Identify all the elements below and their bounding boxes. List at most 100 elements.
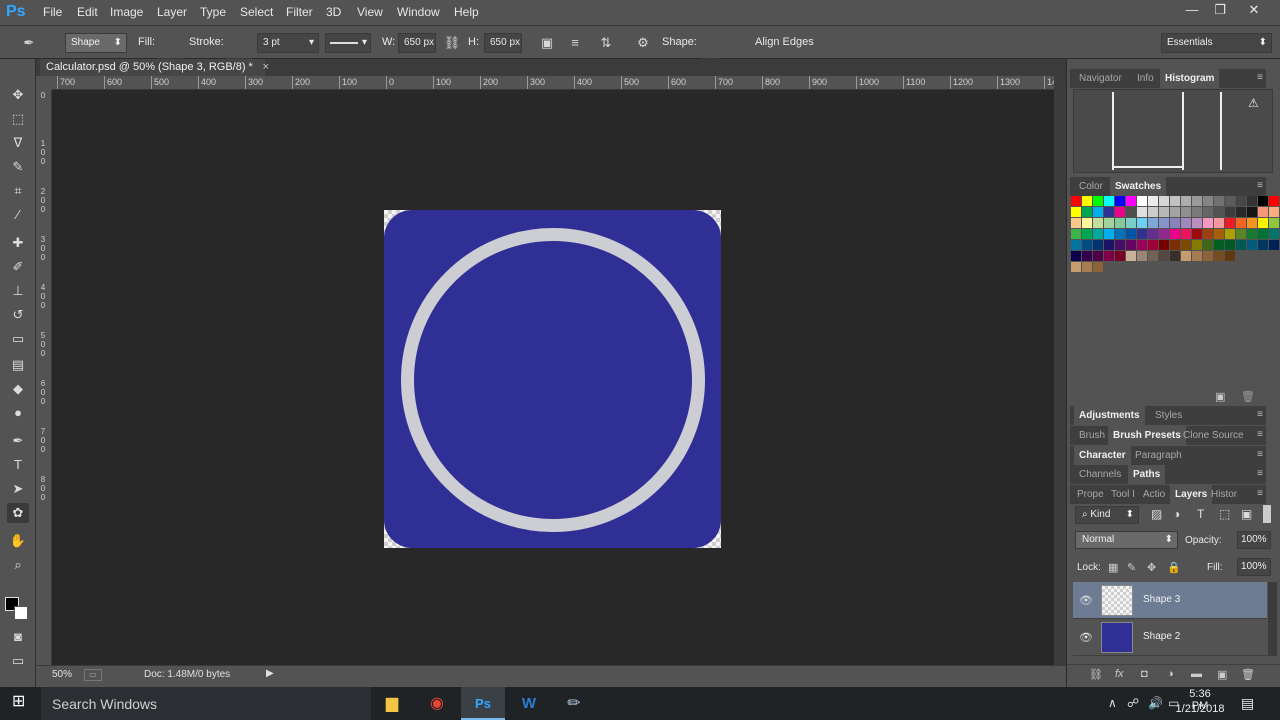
color-swatch[interactable] bbox=[1247, 240, 1257, 250]
color-swatch[interactable] bbox=[1159, 218, 1169, 228]
tab-paths[interactable]: Paths bbox=[1128, 465, 1166, 484]
color-swatch[interactable] bbox=[1159, 196, 1169, 206]
filter-toggle[interactable] bbox=[1263, 505, 1271, 523]
tab-properties[interactable]: Prope bbox=[1072, 485, 1109, 504]
blend-mode-dropdown[interactable]: Normal ⬍ bbox=[1075, 531, 1178, 549]
ruler-origin[interactable] bbox=[36, 76, 52, 90]
color-swatch[interactable] bbox=[1247, 229, 1257, 239]
color-swatch[interactable] bbox=[1082, 218, 1092, 228]
color-swatch[interactable] bbox=[1236, 207, 1246, 217]
eraser-tool-icon[interactable]: ▭ bbox=[7, 329, 29, 349]
status-menu-arrow-icon[interactable]: ▶ bbox=[266, 668, 274, 679]
blur-tool-icon[interactable]: ◆ bbox=[7, 379, 29, 399]
restore-button[interactable]: ❐ bbox=[1210, 2, 1230, 18]
color-swatch[interactable] bbox=[1104, 196, 1114, 206]
menu-edit[interactable]: Edit bbox=[77, 5, 98, 19]
document-tab[interactable]: Calculator.psd @ 50% (Shape 3, RGB/8) * … bbox=[40, 59, 269, 76]
quick-mask-icon[interactable]: ◙ bbox=[7, 627, 29, 647]
delete-layer-icon[interactable]: 🗑 bbox=[1241, 668, 1255, 681]
tab-clone-source[interactable]: Clone Source bbox=[1178, 426, 1249, 445]
color-swatch[interactable] bbox=[1148, 229, 1158, 239]
tab-channels[interactable]: Channels bbox=[1074, 465, 1126, 484]
color-swatch[interactable] bbox=[1159, 240, 1169, 250]
layer-style-icon[interactable]: fx bbox=[1115, 668, 1124, 680]
lock-transparent-icon[interactable]: ▦ bbox=[1108, 561, 1118, 574]
color-swatch[interactable] bbox=[1203, 196, 1213, 206]
lock-image-icon[interactable]: ✎ bbox=[1127, 561, 1136, 574]
layer-filter-dropdown[interactable]: ⌕ Kind ⬍ bbox=[1075, 506, 1139, 524]
eyedropper-tool-icon[interactable]: ⁄ bbox=[7, 205, 29, 225]
color-swatch[interactable] bbox=[1258, 218, 1268, 228]
delete-swatch-icon[interactable]: 🗑 bbox=[1241, 390, 1255, 403]
tab-color[interactable]: Color bbox=[1074, 177, 1108, 196]
color-swatch[interactable] bbox=[1181, 207, 1191, 217]
color-swatch[interactable] bbox=[1104, 207, 1114, 217]
color-swatch[interactable] bbox=[1082, 240, 1092, 250]
color-swatch[interactable] bbox=[1071, 251, 1081, 261]
filter-adjustment-icon[interactable]: ◑ bbox=[1173, 507, 1180, 521]
swatches-grid[interactable] bbox=[1071, 196, 1279, 296]
color-swatch[interactable] bbox=[1126, 207, 1136, 217]
filter-shape-icon[interactable]: ⬚ bbox=[1219, 507, 1230, 521]
color-swatch[interactable] bbox=[1148, 207, 1158, 217]
menu-layer[interactable]: Layer bbox=[157, 5, 187, 19]
color-swatch[interactable] bbox=[1181, 218, 1191, 228]
color-swatch[interactable] bbox=[1115, 196, 1125, 206]
custom-shape-tool-icon[interactable]: ✿ bbox=[7, 503, 29, 523]
menu-select[interactable]: Select bbox=[240, 5, 273, 19]
color-swatch[interactable] bbox=[1093, 262, 1103, 272]
color-swatch[interactable] bbox=[1071, 196, 1081, 206]
panel-menu-icon[interactable]: ≡ bbox=[1257, 72, 1263, 83]
tab-navigator[interactable]: Navigator bbox=[1074, 69, 1127, 88]
color-swatch[interactable] bbox=[1126, 229, 1136, 239]
path-alignment-icon[interactable]: ≡ bbox=[566, 34, 584, 52]
color-swatch[interactable] bbox=[1082, 196, 1092, 206]
tab-tool-presets[interactable]: Tool I bbox=[1106, 485, 1140, 504]
color-swatch[interactable] bbox=[1192, 240, 1202, 250]
color-swatch[interactable] bbox=[1225, 218, 1235, 228]
color-swatch[interactable] bbox=[1082, 229, 1092, 239]
color-swatch[interactable] bbox=[1269, 218, 1279, 228]
color-swatch[interactable] bbox=[1137, 251, 1147, 261]
color-swatch[interactable] bbox=[1170, 207, 1180, 217]
color-swatch[interactable] bbox=[1203, 240, 1213, 250]
volume-icon[interactable]: 🔊 bbox=[1148, 696, 1163, 710]
panel-menu-icon[interactable]: ≡ bbox=[1257, 409, 1263, 420]
stroke-width-field[interactable]: 3 pt ▾ bbox=[257, 33, 319, 53]
color-swatch[interactable] bbox=[1115, 251, 1125, 261]
color-swatch[interactable] bbox=[1269, 207, 1279, 217]
healing-brush-tool-icon[interactable]: ✚ bbox=[7, 233, 29, 253]
color-swatch[interactable] bbox=[1093, 229, 1103, 239]
tab-styles[interactable]: Styles bbox=[1150, 406, 1187, 425]
color-swatch[interactable] bbox=[1269, 240, 1279, 250]
color-swatch[interactable] bbox=[1247, 207, 1257, 217]
filter-smart-object-icon[interactable]: ▣ bbox=[1241, 507, 1252, 521]
path-arrangement-icon[interactable]: ⇅ bbox=[597, 34, 615, 52]
tab-brush[interactable]: Brush bbox=[1074, 426, 1110, 445]
tab-info[interactable]: Info bbox=[1132, 69, 1159, 88]
color-swatch[interactable] bbox=[1137, 229, 1147, 239]
layer-row[interactable]: 👁 Shape 3 bbox=[1073, 582, 1267, 619]
crop-tool-icon[interactable]: ⌗ bbox=[7, 181, 29, 201]
menu-file[interactable]: File bbox=[43, 5, 62, 19]
color-swatch[interactable] bbox=[1126, 240, 1136, 250]
color-swatch[interactable] bbox=[1258, 196, 1268, 206]
eye-icon[interactable]: 👁 bbox=[1079, 594, 1093, 607]
color-swatch[interactable] bbox=[1181, 196, 1191, 206]
windows-start-icon[interactable]: ⊞ bbox=[12, 694, 25, 710]
color-swatch[interactable] bbox=[1181, 229, 1191, 239]
color-swatch[interactable] bbox=[1247, 218, 1257, 228]
menu-filter[interactable]: Filter bbox=[286, 5, 313, 19]
color-swatch[interactable] bbox=[1225, 240, 1235, 250]
color-swatch[interactable] bbox=[1071, 262, 1081, 272]
tab-actions[interactable]: Actio bbox=[1138, 485, 1170, 504]
document-tab-close-icon[interactable]: × bbox=[263, 59, 269, 76]
color-swatch[interactable] bbox=[1082, 251, 1092, 261]
color-swatch[interactable] bbox=[1093, 251, 1103, 261]
color-swatch[interactable] bbox=[1214, 196, 1224, 206]
brush-tool-icon[interactable]: ✐ bbox=[7, 257, 29, 277]
menu-window[interactable]: Window bbox=[397, 5, 440, 19]
workspace-dropdown[interactable]: Essentials ⬍ bbox=[1161, 33, 1272, 53]
color-swatch[interactable] bbox=[1258, 207, 1268, 217]
tab-brush-presets[interactable]: Brush Presets bbox=[1108, 426, 1186, 445]
